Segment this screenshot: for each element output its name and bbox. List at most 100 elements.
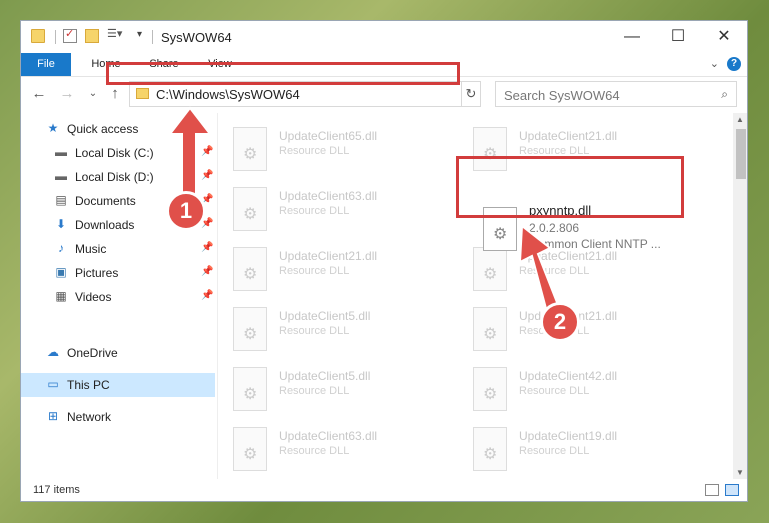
file-item[interactable]: UpdateClient42.dll Resource DLL	[459, 361, 689, 417]
forward-button[interactable]: →	[57, 84, 77, 104]
pin-icon[interactable]: 📌	[201, 170, 213, 181]
pin-icon[interactable]: 📌	[201, 290, 213, 301]
details-view-icon[interactable]	[705, 484, 719, 496]
drive-icon: ▬	[55, 169, 67, 183]
file-version: 2.0.2.806	[529, 221, 580, 235]
navigation-pane: ★ Quick access ▬ Local Disk (C:) 📌 ▬ Loc…	[21, 113, 215, 479]
dll-file-icon	[233, 247, 267, 291]
new-folder-icon[interactable]	[85, 29, 99, 43]
dll-file-icon	[233, 187, 267, 231]
file-highlight-box	[456, 156, 684, 218]
file-description: Common Client NNTP ...	[529, 237, 661, 251]
file-type: Resource DLL	[279, 325, 350, 337]
quick-access-dropdown-icon[interactable]: ▾	[137, 29, 142, 40]
file-name: UpdateClient21.dll	[279, 249, 378, 263]
dll-file-icon	[473, 427, 507, 471]
minimize-button[interactable]: —	[609, 21, 655, 53]
sidebar-item-videos[interactable]: ▦ Videos 📌	[21, 285, 215, 309]
file-type: Resource DLL	[279, 205, 350, 217]
file-item[interactable]: UpdateClient65.dll Resource DLL	[219, 121, 449, 177]
sidebar-item-this-pc[interactable]: ▭ This PC	[21, 373, 215, 397]
file-type: Resource DLL	[279, 445, 350, 457]
sidebar-item-label: Pictures	[75, 266, 119, 280]
file-name: UpdateClient65.dll	[279, 129, 378, 143]
file-type: Resource DLL	[279, 265, 350, 277]
expand-ribbon-icon[interactable]: ⌄	[710, 57, 719, 70]
folder-icon	[136, 88, 149, 99]
step-badge-2: 2	[540, 302, 580, 342]
file-item[interactable]: UpdateClient63.dll Resource DLL	[219, 181, 449, 237]
file-type: Resource DLL	[279, 385, 350, 397]
scroll-up-icon[interactable]: ▲	[736, 115, 744, 124]
videos-icon: ▦	[55, 289, 67, 303]
title-separator	[152, 30, 153, 44]
download-icon: ⬇	[55, 217, 67, 231]
pictures-icon: ▣	[55, 265, 67, 279]
sidebar-item-local-disk-d[interactable]: ▬ Local Disk (D:) 📌	[21, 165, 215, 189]
vertical-scrollbar[interactable]: ▲ ▼	[733, 113, 747, 479]
help-icon[interactable]: ?	[727, 57, 741, 71]
sidebar-item-onedrive[interactable]: ☁ OneDrive	[21, 341, 215, 365]
dll-file-icon	[473, 307, 507, 351]
file-name: UpdateClient63.dll	[279, 429, 378, 443]
file-item[interactable]: UpdateClient5.dll Resource DLL	[219, 361, 449, 417]
pin-icon[interactable]: 📌	[201, 146, 213, 157]
sidebar-item-network[interactable]: ⊞ Network	[21, 405, 215, 429]
up-button[interactable]: ↑	[105, 84, 125, 104]
sidebar-item-local-disk-c[interactable]: ▬ Local Disk (C:) 📌	[21, 141, 215, 165]
cloud-icon: ☁	[47, 345, 59, 359]
address-path[interactable]: C:\Windows\SysWOW64	[156, 87, 300, 102]
customize-toolbar-icon[interactable]: ☰▾	[107, 27, 122, 40]
drive-icon: ▬	[55, 145, 67, 159]
address-highlight-box	[106, 62, 460, 85]
file-name: UpdateClient5.dll	[279, 369, 371, 383]
search-input[interactable]: Search SysWOW64	[504, 88, 620, 103]
maximize-button[interactable]: ☐	[655, 21, 701, 53]
sidebar-item-pictures[interactable]: ▣ Pictures 📌	[21, 261, 215, 285]
search-icon[interactable]: ⌕	[721, 87, 728, 102]
pane-divider[interactable]	[217, 113, 218, 479]
close-button[interactable]: ✕	[701, 21, 747, 53]
sidebar-item-label: Quick access	[67, 122, 139, 136]
music-icon: ♪	[58, 241, 64, 255]
file-type: Resource DLL	[519, 385, 590, 397]
file-item[interactable]: UpdateClient5.dll Resource DLL	[219, 301, 449, 357]
sidebar-item-label: Documents	[75, 194, 136, 208]
star-icon: ★	[47, 121, 59, 135]
file-name: UpdateClient5.dll	[279, 309, 371, 323]
title-bar: ☰▾ ▾ SysWOW64 — ☐ ✕	[21, 21, 747, 53]
refresh-button[interactable]: ↻	[461, 81, 481, 107]
dll-file-icon	[233, 127, 267, 171]
folder-icon	[31, 29, 45, 43]
file-item[interactable]: UpdateClient63.dll Resource DLL	[219, 421, 449, 477]
pin-icon[interactable]: 📌	[201, 266, 213, 277]
sidebar-item-label: Local Disk (D:)	[75, 170, 154, 184]
file-type: Resource DLL	[519, 445, 590, 457]
properties-icon[interactable]	[63, 27, 77, 43]
computer-icon: ▭	[47, 377, 59, 391]
dll-file-icon	[233, 367, 267, 411]
network-icon: ⊞	[47, 409, 59, 423]
file-item[interactable]: UpdateClient21.dll Resource DLL	[219, 241, 449, 297]
pin-icon[interactable]: 📌	[201, 242, 213, 253]
item-count: 117 items	[33, 484, 80, 496]
file-name: UpdateClient63.dll	[279, 189, 378, 203]
sidebar-item-label: This PC	[67, 378, 110, 392]
large-icons-view-icon[interactable]	[725, 484, 739, 496]
sidebar-item-quick-access[interactable]: ★ Quick access	[21, 117, 215, 141]
back-button[interactable]: ←	[29, 84, 49, 104]
tab-file[interactable]: File	[21, 53, 71, 76]
file-name: UpdateClient42.dll	[519, 369, 618, 383]
dll-file-icon	[473, 367, 507, 411]
scroll-down-icon[interactable]: ▼	[736, 468, 744, 477]
sidebar-item-label: Videos	[75, 290, 112, 304]
dll-file-icon	[233, 427, 267, 471]
sidebar-item-label: Local Disk (C:)	[75, 146, 154, 160]
recent-locations-icon[interactable]: ⌄	[83, 84, 103, 104]
file-item[interactable]: UpdateClient19.dll Resource DLL	[459, 421, 689, 477]
search-box[interactable]: Search SysWOW64 ⌕	[495, 81, 737, 107]
sidebar-item-label: Music	[75, 242, 107, 256]
sidebar-item-music[interactable]: ♪ Music 📌	[21, 237, 215, 261]
file-name: UpdateClient19.dll	[519, 429, 618, 443]
scrollbar-thumb[interactable]	[736, 129, 746, 179]
